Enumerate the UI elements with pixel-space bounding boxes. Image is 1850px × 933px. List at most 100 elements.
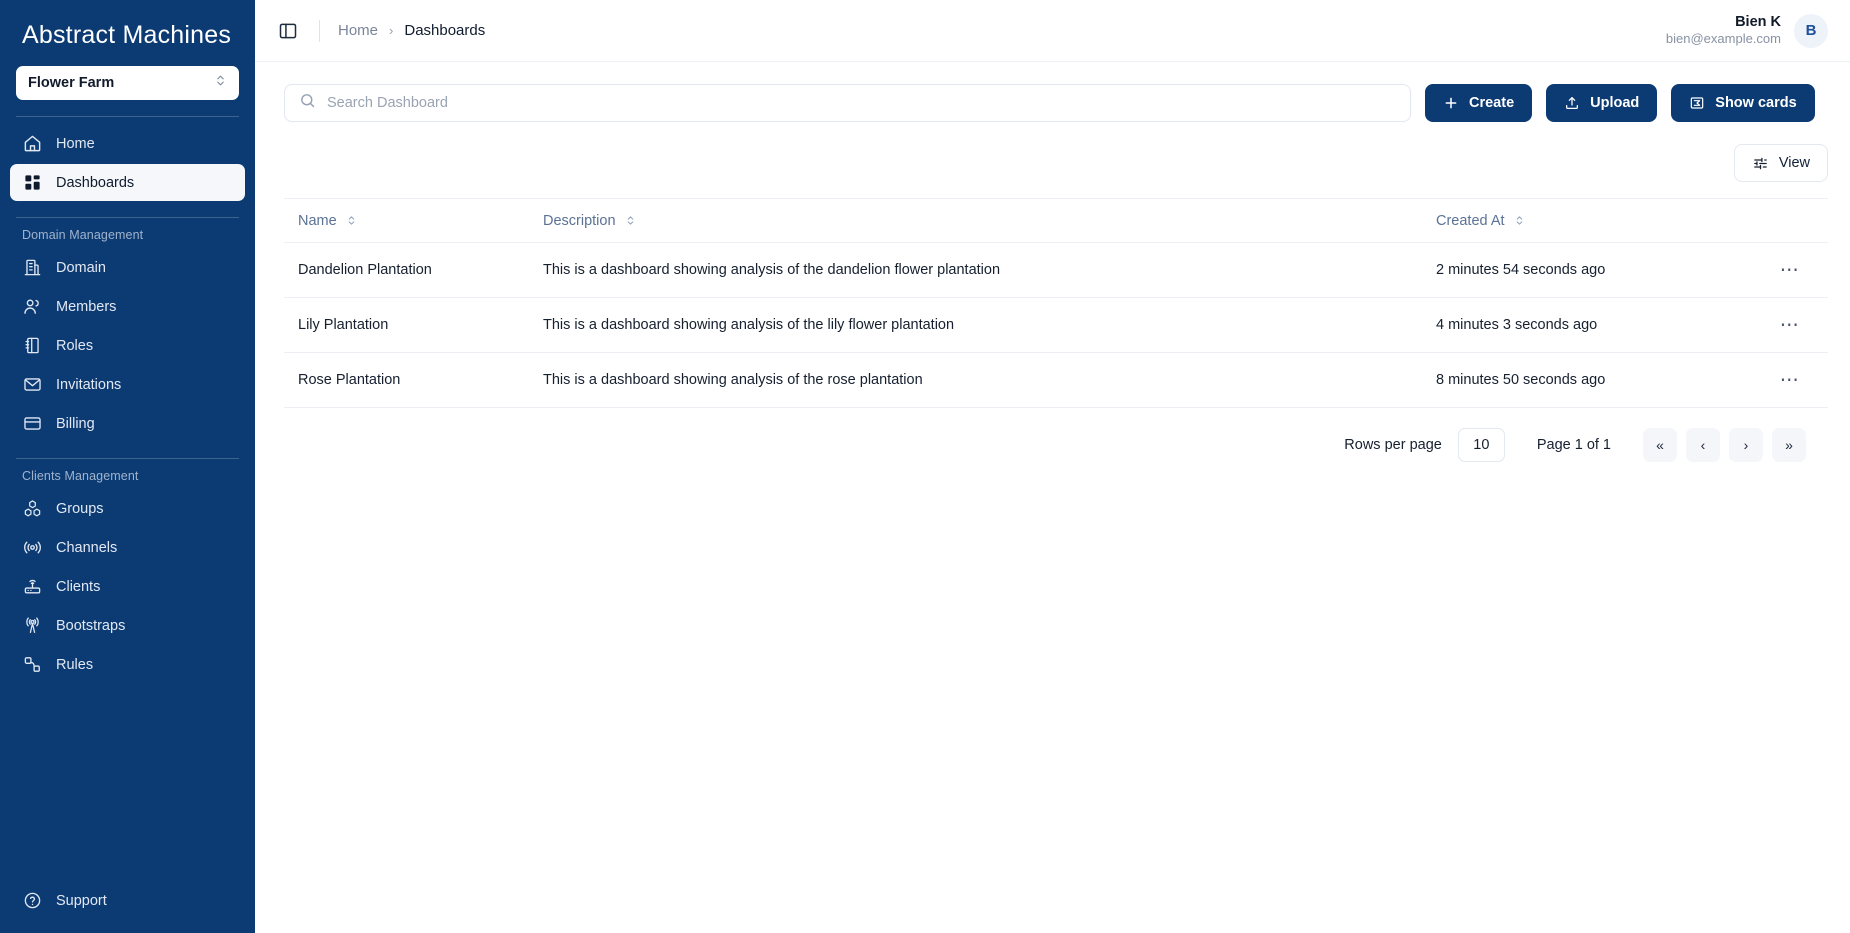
users-icon bbox=[22, 297, 42, 317]
row-actions: ⋯ bbox=[1746, 371, 1806, 390]
sort-icon bbox=[625, 213, 636, 228]
rows-per-page-label: Rows per page bbox=[1344, 437, 1442, 453]
breadcrumb: Home › Dashboards bbox=[338, 22, 485, 39]
last-page-button[interactable]: » bbox=[1772, 428, 1806, 462]
brand-logo: Abstract Machines bbox=[0, 0, 255, 62]
sidebar-item-label: Home bbox=[56, 135, 95, 152]
show-cards-button-label: Show cards bbox=[1715, 95, 1797, 111]
search-dashboard-field[interactable] bbox=[284, 84, 1411, 122]
user-meta: Bien K bien@example.com bbox=[1666, 13, 1781, 47]
view-button-label: View bbox=[1778, 155, 1810, 171]
sort-icon bbox=[1514, 213, 1525, 228]
sidebar-item-clients[interactable]: Clients bbox=[10, 568, 245, 605]
search-input[interactable] bbox=[327, 85, 1396, 121]
sidebar-item-members[interactable]: Members bbox=[10, 288, 245, 325]
sidebar-item-billing[interactable]: Billing bbox=[10, 405, 245, 442]
table-row[interactable]: Dandelion Plantation This is a dashboard… bbox=[284, 243, 1828, 298]
sidebar-support-row: Support bbox=[0, 882, 255, 919]
next-page-button[interactable]: › bbox=[1729, 428, 1763, 462]
sidebar-divider-domain bbox=[16, 217, 239, 218]
sidebar-item-roles[interactable]: Roles bbox=[10, 327, 245, 364]
sidebar-item-label: Rules bbox=[56, 656, 94, 673]
sidebar-item-label: Bootstraps bbox=[56, 617, 126, 634]
previous-page-button[interactable]: ‹ bbox=[1686, 428, 1720, 462]
page-status: Page 1 of 1 bbox=[1536, 437, 1611, 453]
nodes-icon bbox=[22, 655, 42, 675]
topbar: Home › Dashboards Bien K bien@example.co… bbox=[255, 0, 1850, 62]
organization-name: Flower Farm bbox=[28, 75, 115, 91]
column-header-name-label: Name bbox=[298, 212, 337, 229]
antenna-icon bbox=[22, 616, 42, 636]
upload-button[interactable]: Upload bbox=[1546, 84, 1658, 122]
column-header-description[interactable]: Description bbox=[543, 213, 1436, 229]
row-actions: ⋯ bbox=[1746, 316, 1806, 335]
sort-icon bbox=[346, 213, 357, 228]
sidebar-item-invitations[interactable]: Invitations bbox=[10, 366, 245, 403]
cell-name: Lily Plantation bbox=[298, 317, 389, 333]
sidebar-item-support[interactable]: Support bbox=[10, 882, 245, 919]
cell-created-at: 2 minutes 54 seconds ago bbox=[1436, 262, 1606, 278]
cubes-icon bbox=[22, 499, 42, 519]
sidebar-section-clients-management: Clients Management bbox=[22, 469, 139, 483]
topbar-divider bbox=[319, 19, 320, 42]
sidebar-domain-nav: Domain Members Roles Invitations Billing bbox=[0, 249, 255, 442]
sidebar-item-label: Support bbox=[56, 892, 107, 909]
column-header-description-label: Description bbox=[543, 212, 616, 229]
broadcast-icon bbox=[22, 538, 42, 558]
cell-description: This is a dashboard showing analysis of … bbox=[543, 317, 955, 333]
cell-created-at: 4 minutes 3 seconds ago bbox=[1436, 317, 1598, 333]
sidebar-divider-clients bbox=[16, 458, 239, 459]
cell-created-at: 8 minutes 50 seconds ago bbox=[1436, 372, 1606, 388]
ellipsis-icon[interactable]: ⋯ bbox=[1774, 371, 1806, 390]
sidebar-item-label: Invitations bbox=[56, 376, 122, 393]
table-row[interactable]: Lily Plantation This is a dashboard show… bbox=[284, 298, 1828, 353]
credit-card-icon bbox=[22, 414, 42, 434]
sliders-icon bbox=[1752, 155, 1769, 172]
user-name: Bien K bbox=[1735, 14, 1781, 31]
view-row: View bbox=[284, 144, 1828, 182]
sidebar-item-label: Channels bbox=[56, 539, 118, 556]
sidebar-item-label: Clients bbox=[56, 578, 101, 595]
create-button-label: Create bbox=[1469, 95, 1515, 111]
table-row[interactable]: Rose Plantation This is a dashboard show… bbox=[284, 353, 1828, 408]
first-page-button[interactable]: « bbox=[1643, 428, 1677, 462]
sidebar-item-domain[interactable]: Domain bbox=[10, 249, 245, 286]
rows-per-page-select[interactable]: 10 bbox=[1457, 428, 1505, 462]
sidebar-item-label: Domain bbox=[56, 259, 106, 276]
dashboards-table: Name Description Created At Dandelion Pl… bbox=[284, 198, 1828, 408]
sidebar-item-bootstraps[interactable]: Bootstraps bbox=[10, 607, 245, 644]
upload-button-label: Upload bbox=[1590, 95, 1640, 111]
sidebar-item-rules[interactable]: Rules bbox=[10, 646, 245, 683]
question-circle-icon bbox=[22, 891, 42, 911]
router-icon bbox=[22, 577, 42, 597]
organization-selector[interactable]: Flower Farm bbox=[16, 66, 239, 100]
show-cards-button[interactable]: Show cards bbox=[1671, 84, 1815, 122]
user-email: bien@example.com bbox=[1665, 31, 1781, 47]
sidebar-item-dashboards[interactable]: Dashboards bbox=[10, 164, 245, 201]
upload-icon bbox=[1564, 95, 1580, 111]
sidebar-item-groups[interactable]: Groups bbox=[10, 490, 245, 527]
sidebar-item-channels[interactable]: Channels bbox=[10, 529, 245, 566]
dashboard-grid-icon bbox=[22, 173, 42, 193]
chevron-updown-icon bbox=[214, 74, 227, 92]
create-button[interactable]: Create bbox=[1425, 84, 1533, 122]
envelope-icon bbox=[22, 375, 42, 395]
ellipsis-icon[interactable]: ⋯ bbox=[1774, 261, 1806, 280]
sidebar-item-label: Members bbox=[56, 298, 117, 315]
user-profile[interactable]: Bien K bien@example.com B bbox=[1666, 13, 1828, 48]
column-header-name[interactable]: Name bbox=[298, 213, 543, 229]
ellipsis-icon[interactable]: ⋯ bbox=[1774, 316, 1806, 335]
sidebar-item-home[interactable]: Home bbox=[10, 125, 245, 162]
building-icon bbox=[22, 258, 42, 278]
sidebar-toggle-icon[interactable] bbox=[275, 18, 301, 44]
avatar[interactable]: B bbox=[1794, 13, 1828, 48]
sidebar-clients-nav: Groups Channels Clients Bootstraps Rules bbox=[0, 490, 255, 683]
table-header: Name Description Created At bbox=[284, 199, 1828, 243]
view-button[interactable]: View bbox=[1733, 144, 1828, 182]
pagination-buttons: « ‹ › » bbox=[1643, 428, 1806, 462]
table-body: Dandelion Plantation This is a dashboard… bbox=[284, 243, 1828, 408]
home-icon bbox=[22, 134, 42, 154]
column-header-created-at[interactable]: Created At bbox=[1436, 213, 1746, 229]
breadcrumb-home[interactable]: Home bbox=[338, 22, 378, 39]
